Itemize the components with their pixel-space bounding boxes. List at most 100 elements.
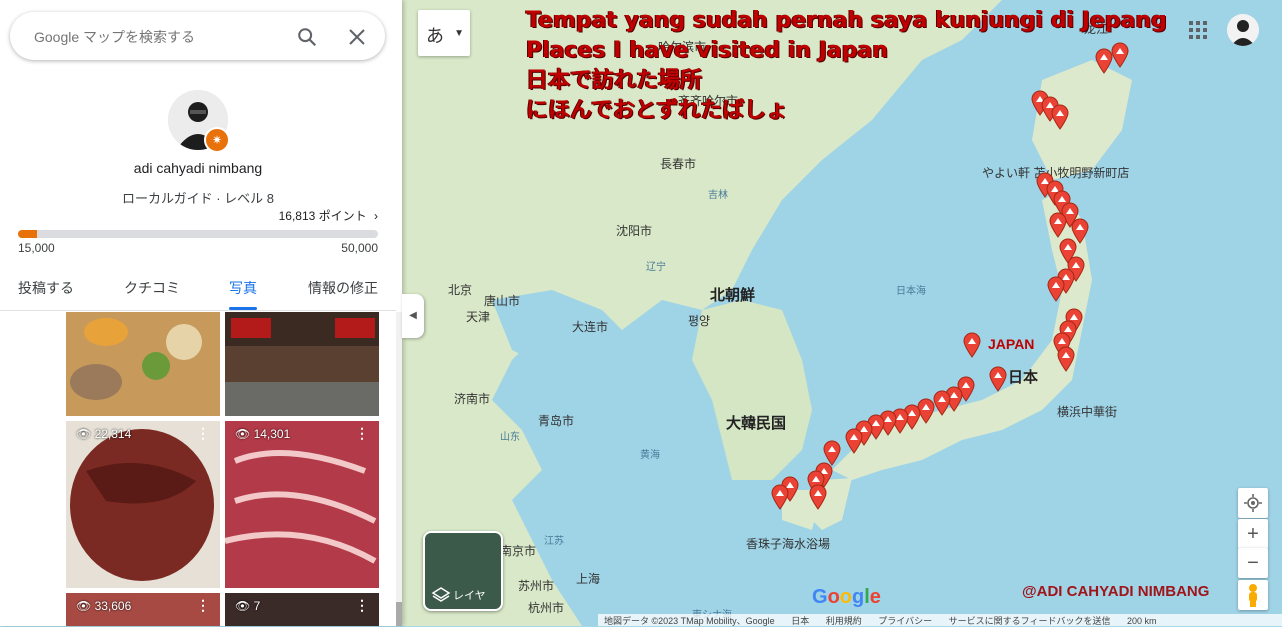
- map-label-tangshan: 唐山市: [484, 294, 521, 308]
- tab-reviews[interactable]: クチコミ: [124, 278, 180, 298]
- map-label-liaoning: 辽宁: [646, 262, 666, 273]
- apps-grid-icon[interactable]: [1188, 20, 1208, 40]
- pegman-icon: [1249, 584, 1257, 607]
- panel-scrollbar[interactable]: [396, 312, 402, 626]
- my-location-icon: [1244, 494, 1262, 512]
- map-label-jiangsu: 江苏: [544, 536, 564, 547]
- place-pin-icon[interactable]: [963, 332, 981, 358]
- footer-country[interactable]: 日本: [791, 616, 809, 626]
- photo-view-count: 👁 7: [235, 599, 261, 613]
- account-avatar[interactable]: [1227, 14, 1259, 46]
- place-pin-icon[interactable]: [1057, 346, 1075, 372]
- map-label-shandong: 山东: [500, 432, 520, 443]
- overlay-line-1: Tempat yang sudah pernah saya kunjungi d…: [526, 8, 1167, 33]
- photo-tile[interactable]: 👁 33,606 ⋮: [66, 593, 220, 626]
- zoom-out-button[interactable]: −: [1238, 548, 1268, 578]
- map-label-south-korea: 大韓民国: [726, 415, 787, 432]
- more-vert-icon[interactable]: ⋮: [196, 425, 210, 442]
- more-vert-icon[interactable]: ⋮: [355, 425, 369, 442]
- map-label-hangzhou: 杭州市: [528, 601, 565, 615]
- footer-privacy[interactable]: プライバシー: [878, 616, 932, 626]
- search-box[interactable]: [10, 12, 385, 60]
- place-pin-icon[interactable]: [1047, 276, 1065, 302]
- local-guide-badge-icon: ✷: [204, 127, 230, 153]
- photo-beef: [225, 421, 379, 588]
- chevron-right-icon: ›: [374, 209, 378, 223]
- search-input[interactable]: [32, 24, 286, 50]
- account-avatar-image: [1227, 14, 1259, 46]
- photo-view-count: 👁 14,301: [235, 427, 291, 441]
- layers-icon: [431, 587, 451, 602]
- progress-max: 50,000: [341, 241, 378, 255]
- map-label-nanjing: 南京市: [500, 544, 537, 558]
- map-label-suzhou: 苏州市: [518, 579, 555, 593]
- map-label-yellow-sea: 黄海: [640, 450, 660, 461]
- map-footer: 地図データ ©2023 TMap Mobility、Google 日本 利用規約…: [598, 614, 1282, 626]
- more-vert-icon[interactable]: ⋮: [355, 597, 369, 614]
- photo-liver: [66, 421, 220, 588]
- footer-feedback[interactable]: サービスに関するフィードバックを送信: [949, 616, 1111, 626]
- ime-label: あ: [426, 26, 444, 46]
- map-label-kagoshima: 香珠子海水浴場: [746, 537, 831, 551]
- google-logo: Google: [812, 586, 881, 608]
- place-pin-icon[interactable]: [809, 484, 827, 510]
- place-pin-icon[interactable]: [1049, 212, 1067, 238]
- credit-annotation: @ADI CAHYADI NIMBANG: [1022, 583, 1210, 600]
- search-icon[interactable]: [296, 26, 318, 48]
- tab-contribute[interactable]: 投稿する: [18, 278, 74, 298]
- collapse-panel-button[interactable]: ◀: [402, 294, 424, 338]
- tab-edits[interactable]: 情報の修正: [308, 278, 378, 298]
- map-label-yokohama: 横浜中華街: [1057, 405, 1118, 419]
- profile-tabs: 投稿する クチコミ 写真 情報の修正: [0, 270, 396, 311]
- overlay-line-3: 日本で訪れた場所: [526, 68, 703, 93]
- japan-annotation: JAPAN: [988, 336, 1035, 352]
- points-text: 16,813 ポイント: [278, 209, 367, 223]
- map-label-japan: 日本: [1008, 369, 1039, 386]
- more-vert-icon[interactable]: ⋮: [196, 597, 210, 614]
- place-pin-icon[interactable]: [845, 428, 863, 454]
- profile-level: ローカルガイド · レベル 8: [121, 191, 274, 206]
- map-label-sea-of-japan: 日本海: [896, 286, 926, 297]
- photo-view-count: 👁 22,314: [76, 427, 132, 441]
- photo-tile[interactable]: [225, 312, 379, 416]
- map-label-north-korea: 北朝鮮: [710, 287, 756, 304]
- photo-tile[interactable]: 👁 14,301 ⋮: [225, 421, 379, 588]
- map-label-pyongyang: 평양: [688, 314, 711, 328]
- layer-label: レイヤ: [453, 590, 486, 602]
- map-label-jilin: 吉林: [708, 190, 728, 201]
- chevron-left-icon: ◀: [409, 310, 417, 321]
- ime-dropdown-icon[interactable]: ▼: [454, 28, 464, 39]
- map-label-shenyang: 沈阳市: [616, 224, 653, 238]
- place-pin-icon[interactable]: [989, 366, 1007, 392]
- ime-toggle-button[interactable]: あ ▼: [418, 10, 470, 56]
- map-label-beijing: 北京: [448, 283, 473, 297]
- tab-photos[interactable]: 写真: [229, 278, 257, 298]
- photo-ramen: [66, 312, 220, 416]
- map-label-tomakomai: やよい軒 苫小牧明野新町店: [982, 166, 1130, 180]
- place-pin-icon[interactable]: [933, 390, 951, 416]
- map-label-shanghai: 上海: [576, 572, 601, 586]
- footer-attribution: 地図データ ©2023 TMap Mobility、Google: [604, 616, 775, 626]
- level-progress-fill: [18, 230, 37, 238]
- map-label-dalian: 大连市: [572, 320, 609, 334]
- my-location-button[interactable]: [1238, 488, 1268, 518]
- active-tab-indicator: [229, 307, 257, 310]
- footer-scale: 200 km: [1126, 616, 1157, 626]
- zoom-in-button[interactable]: +: [1238, 519, 1268, 549]
- layer-switcher-button[interactable]: レイヤ: [423, 531, 503, 611]
- street-view-pegman[interactable]: [1238, 580, 1268, 610]
- points-link[interactable]: 16,813 ポイント ›: [279, 207, 378, 224]
- scrollbar-thumb[interactable]: [396, 602, 402, 626]
- photo-tile[interactable]: [66, 312, 220, 416]
- close-icon[interactable]: [348, 28, 366, 46]
- overlay-line-4: にほんでおとずれたばしょ: [526, 98, 789, 123]
- map-label-changchun: 長春市: [660, 157, 697, 171]
- map-label-qingdao: 青岛市: [538, 414, 575, 428]
- place-pin-icon[interactable]: [771, 484, 789, 510]
- photo-tile[interactable]: 👁 7 ⋮: [225, 593, 379, 626]
- footer-terms[interactable]: 利用規約: [826, 616, 862, 626]
- map-label-jinan: 济南市: [454, 392, 491, 406]
- photo-view-count: 👁 33,606: [76, 599, 132, 613]
- progress-min: 15,000: [18, 241, 55, 255]
- photo-tile[interactable]: 👁 22,314 ⋮: [66, 421, 220, 588]
